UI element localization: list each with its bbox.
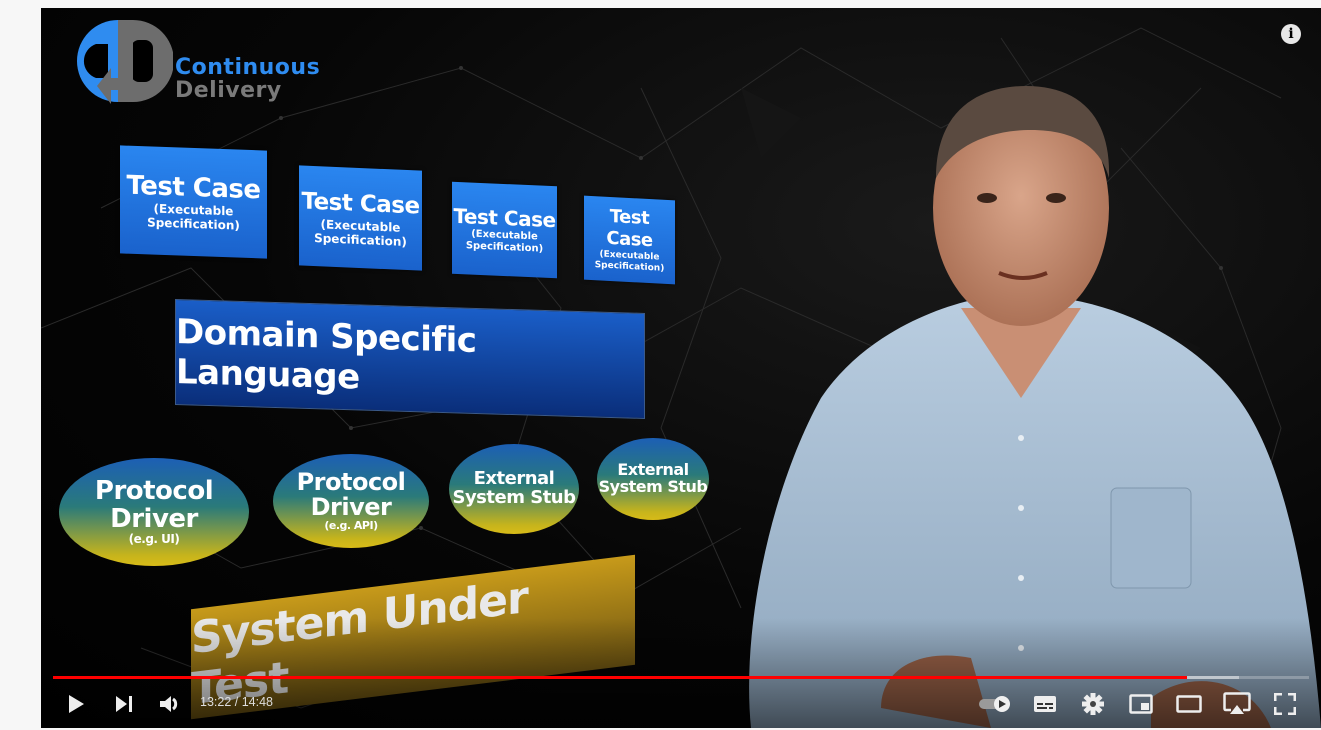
test-case-title: Test Case [606,205,653,252]
airplay-icon [1223,692,1251,714]
test-case-card: Test Case (Executable Specification) [452,181,557,279]
theater-mode-button[interactable] [1173,688,1205,720]
next-button[interactable] [109,688,139,720]
miniplayer-button[interactable] [1125,688,1157,720]
video-player[interactable]: Continuous Delivery i Test Case (Executa… [41,8,1321,728]
external-system-stub-oval: External System Stub [597,438,709,520]
settings-button[interactable] [1077,688,1109,720]
logo-line-continuous: Continuous [175,55,321,80]
gear-icon [1082,693,1104,715]
cd-logo-icon [76,19,173,104]
oval-note: (e.g. API) [324,519,378,533]
oval-line: System Stub [452,487,576,508]
volume-icon [160,696,178,712]
oval-line: Driver [310,493,392,522]
dsl-banner: Domain Specific Language [175,299,645,419]
oval-line: Protocol [94,476,214,507]
theater-icon [1176,695,1202,713]
skip-next-icon [116,696,132,712]
test-case-card: Test Case (Executable Specification) [120,145,267,259]
autoplay-toggle-icon [979,696,1010,712]
info-icon: i [1288,26,1294,42]
fullscreen-button[interactable] [1269,688,1301,720]
fullscreen-icon [1274,693,1296,715]
time-display: 13:22 / 14:48 [200,695,273,709]
oval-line: System Stub [598,477,708,496]
play-button[interactable] [61,688,91,720]
airplay-button[interactable] [1221,688,1253,720]
oval-note: (e.g. UI) [128,532,180,546]
test-case-card: Test Case (Executable Specification) [299,165,422,271]
miniplayer-icon [1129,694,1153,714]
external-system-stub-oval: External System Stub [449,444,579,534]
channel-logo: Continuous Delivery [63,16,353,106]
progress-bar[interactable] [53,676,1309,679]
protocol-driver-api-oval: Protocol Driver (e.g. API) [273,454,429,548]
test-case-card: Test Case (Executable Specification) [584,195,675,285]
mute-button[interactable] [155,688,185,720]
subtitles-icon [1034,696,1056,712]
played-bar [53,676,1188,679]
info-button[interactable]: i [1281,24,1301,44]
logo-line-delivery: Delivery [175,78,282,103]
autoplay-toggle[interactable] [975,688,1015,720]
protocol-driver-ui-oval: Protocol Driver (e.g. UI) [59,458,249,566]
oval-line: Protocol [296,468,406,497]
subtitles-button[interactable] [1029,688,1061,720]
oval-line: Driver [110,503,198,534]
play-icon [69,695,84,713]
